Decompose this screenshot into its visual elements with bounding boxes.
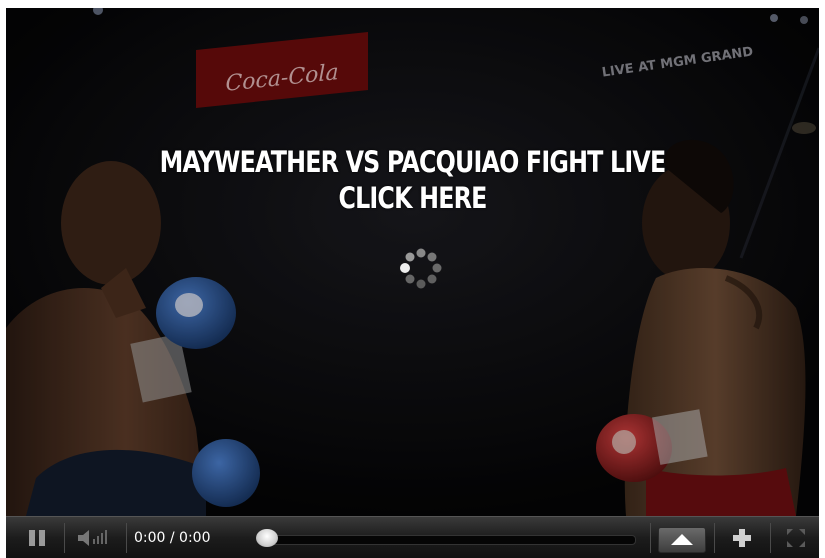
pause-button[interactable] <box>20 517 54 558</box>
loading-spinner-icon <box>400 248 442 289</box>
playlist-button[interactable] <box>658 527 706 553</box>
control-bar: 0:00 / 0:00 <box>6 516 819 558</box>
time-display: 0:00 / 0:00 <box>134 530 211 546</box>
headline-line-2: CLICK HERE <box>338 181 487 215</box>
add-button[interactable] <box>720 517 764 558</box>
video-player[interactable]: Coca-Cola LIVE AT MGM GRAND MAYWEATHER V… <box>6 8 819 558</box>
volume-button[interactable] <box>70 517 120 558</box>
seek-handle[interactable] <box>256 529 278 547</box>
seek-bar[interactable] <box>262 535 636 545</box>
fullscreen-icon <box>787 529 805 547</box>
pause-icon <box>29 530 45 546</box>
fullscreen-button[interactable] <box>776 517 816 558</box>
headline-line-1: MAYWEATHER VS PACQUIAO FIGHT LIVE <box>159 145 667 179</box>
eject-icon <box>671 534 693 545</box>
click-here-banner[interactable]: MAYWEATHER VS PACQUIAO FIGHT LIVE CLICK … <box>79 144 746 216</box>
plus-icon <box>733 529 751 547</box>
volume-icon <box>78 530 107 546</box>
